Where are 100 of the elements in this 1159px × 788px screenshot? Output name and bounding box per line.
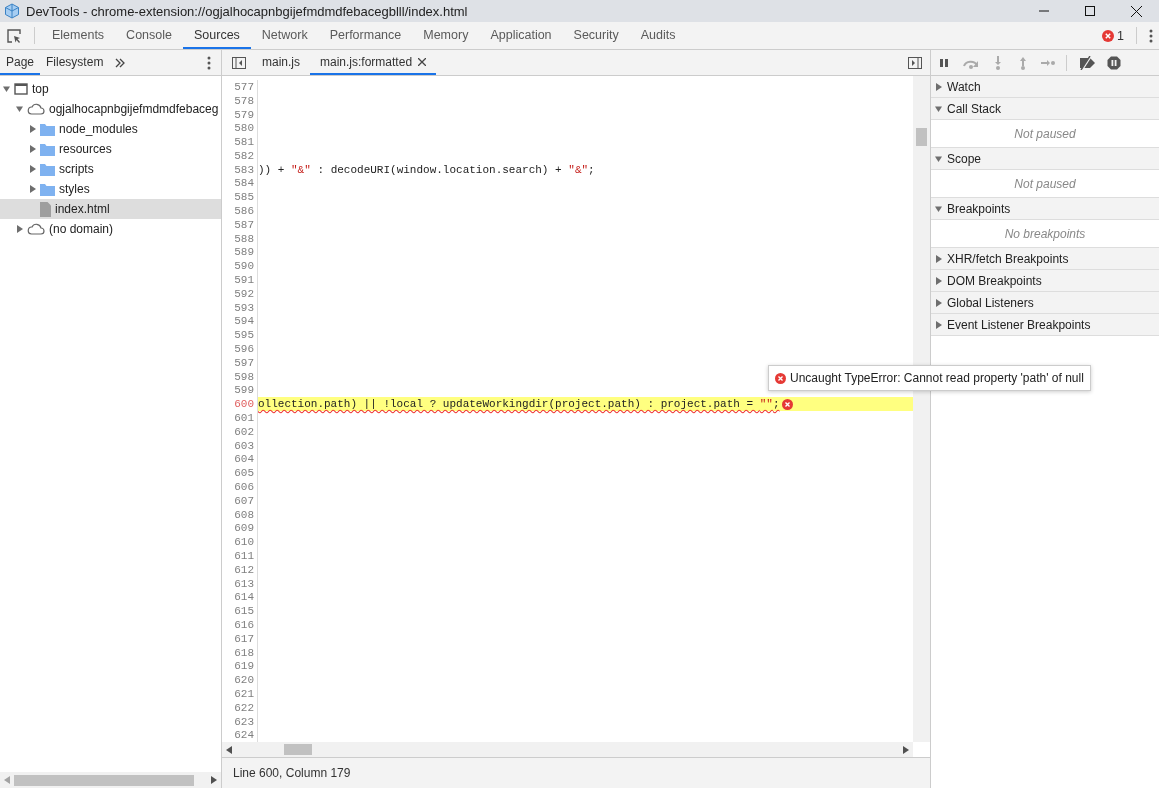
- line-number: 614: [222, 590, 258, 605]
- scroll-thumb[interactable]: [916, 128, 927, 146]
- line-number: 587: [222, 217, 258, 232]
- inspect-element-icon[interactable]: [6, 27, 22, 44]
- scroll-thumb[interactable]: [284, 744, 312, 755]
- line-number: 580: [222, 121, 258, 136]
- line-number: 612: [222, 562, 258, 577]
- collapsed-arrow-icon[interactable]: [935, 298, 942, 307]
- close-icon: [1130, 5, 1142, 17]
- section-header[interactable]: DOM Breakpoints: [931, 270, 1159, 292]
- scroll-right-icon[interactable]: [903, 745, 909, 754]
- tree-item[interactable]: ogjalhocapnbgijefmdmdfebaceg: [0, 99, 221, 119]
- tree-item[interactable]: top: [0, 79, 221, 99]
- line-number: 584: [222, 176, 258, 191]
- line-number: 603: [222, 438, 258, 453]
- tree-item-label: index.html: [55, 202, 110, 216]
- section-title: Breakpoints: [947, 201, 1011, 216]
- line-number: 622: [222, 700, 258, 715]
- collapsed-arrow-icon[interactable]: [935, 82, 942, 91]
- toggle-navigator-icon[interactable]: [232, 55, 246, 70]
- maximize-icon: [1085, 6, 1095, 16]
- panel-tab[interactable]: Elements: [41, 22, 116, 49]
- scroll-right-icon[interactable]: [211, 776, 217, 784]
- tree-item[interactable]: node_modules: [0, 119, 221, 139]
- navigator-tab[interactable]: Page: [0, 50, 41, 75]
- collapsed-arrow-icon[interactable]: [935, 276, 942, 285]
- line-number: 585: [222, 190, 258, 205]
- panel-tab[interactable]: Performance: [318, 22, 413, 49]
- collapsed-arrow-icon[interactable]: [16, 225, 23, 233]
- section-header[interactable]: Watch: [931, 76, 1159, 98]
- cloud-icon: [27, 103, 45, 115]
- tree-item[interactable]: styles: [0, 179, 221, 199]
- line-number: 595: [222, 328, 258, 343]
- code-line: ollection.path) || !local ? updateWorkingdir(project.path) : project.path = "";: [258, 397, 780, 412]
- file-tab[interactable]: main.js: [252, 50, 310, 75]
- empty-message: No breakpoints: [1004, 226, 1086, 241]
- collapsed-arrow-icon[interactable]: [29, 165, 36, 173]
- line-number: 577: [222, 79, 258, 94]
- section-title: Call Stack: [947, 101, 1002, 116]
- scrollbar[interactable]: [222, 742, 913, 757]
- line-number: 593: [222, 300, 258, 315]
- section-title: Global Listeners: [947, 295, 1034, 310]
- section-header[interactable]: XHR/fetch Breakpoints: [931, 248, 1159, 270]
- tree-item-label: resources: [59, 142, 112, 156]
- tree-item[interactable]: resources: [0, 139, 221, 159]
- line-number: 594: [222, 314, 258, 329]
- tree-item[interactable]: index.html: [0, 199, 221, 219]
- tree-item[interactable]: scripts: [0, 159, 221, 179]
- section-header[interactable]: Global Listeners: [931, 292, 1159, 314]
- line-number: 605: [222, 466, 258, 481]
- scroll-left-icon[interactable]: [226, 745, 232, 754]
- section-title: Watch: [947, 79, 981, 94]
- section-header[interactable]: Call Stack: [931, 98, 1159, 120]
- close-icon[interactable]: [418, 57, 427, 66]
- expanded-arrow-icon[interactable]: [16, 105, 23, 113]
- scrollbar[interactable]: [0, 772, 221, 788]
- toggle-debugger-icon[interactable]: [908, 55, 922, 70]
- collapsed-arrow-icon[interactable]: [29, 145, 36, 153]
- section-header[interactable]: Breakpoints: [931, 198, 1159, 220]
- collapsed-arrow-icon[interactable]: [29, 125, 36, 133]
- tree-item-label: node_modules: [59, 122, 138, 136]
- line-number: 619: [222, 659, 258, 674]
- collapsed-arrow-icon[interactable]: [935, 320, 942, 329]
- more-options-icon[interactable]: [1149, 28, 1153, 43]
- collapsed-arrow-icon[interactable]: [935, 254, 942, 263]
- scroll-thumb[interactable]: [14, 774, 194, 786]
- panel-tab[interactable]: Memory: [412, 22, 480, 49]
- error-message: Uncaught TypeError: Cannot read property 'path' of null: [790, 371, 1084, 386]
- navigator-tab[interactable]: Filesystem: [40, 50, 110, 75]
- tree-item-label: styles: [59, 182, 90, 196]
- collapsed-arrow-icon[interactable]: [29, 185, 36, 193]
- tree-item[interactable]: (no domain): [0, 219, 221, 239]
- line-number: 604: [222, 452, 258, 467]
- section-header[interactable]: Event Listener Breakpoints: [931, 314, 1159, 336]
- panel-tab[interactable]: Application: [479, 22, 563, 49]
- empty-message: Not paused: [1014, 176, 1076, 191]
- line-number: 579: [222, 107, 258, 122]
- tree-item-label: top: [32, 82, 49, 96]
- line-number: 609: [222, 521, 258, 536]
- expanded-arrow-icon[interactable]: [935, 204, 942, 213]
- more-tabs-icon[interactable]: [115, 57, 126, 68]
- expanded-arrow-icon[interactable]: [935, 104, 942, 113]
- panel-tab[interactable]: Audits: [629, 22, 687, 49]
- line-number: 586: [222, 204, 258, 219]
- expanded-arrow-icon[interactable]: [3, 85, 10, 93]
- panel-tab[interactable]: Network: [250, 22, 319, 49]
- pause-on-exceptions-icon[interactable]: [1107, 55, 1121, 70]
- cloud-icon: [27, 223, 45, 235]
- panel-tab[interactable]: Security: [562, 22, 630, 49]
- file-tab[interactable]: main.js:formatted: [310, 50, 437, 75]
- cursor-position: Line 600, Column 179: [233, 766, 351, 780]
- more-options-icon[interactable]: [207, 55, 211, 70]
- expanded-arrow-icon[interactable]: [935, 154, 942, 163]
- panel-tab[interactable]: Console: [115, 22, 183, 49]
- folder-icon: [40, 122, 55, 136]
- tree-item-label: ogjalhocapnbgijefmdmdfebaceg: [49, 102, 219, 116]
- section-header[interactable]: Scope: [931, 148, 1159, 170]
- line-number: 597: [222, 355, 258, 370]
- deactivate-breakpoints-icon[interactable]: [1078, 55, 1096, 70]
- tree-item-label: (no domain): [49, 222, 114, 236]
